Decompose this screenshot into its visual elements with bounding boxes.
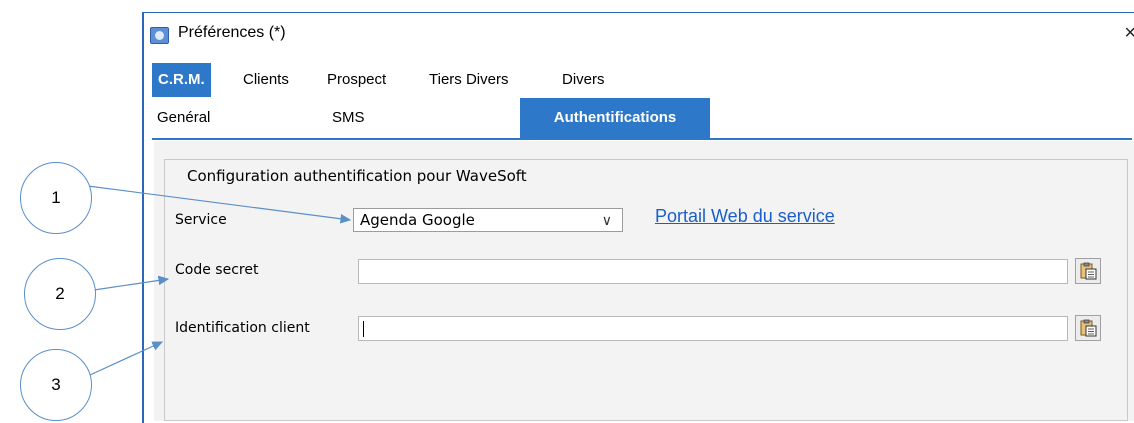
callout-3: 3	[20, 349, 92, 421]
callout-2: 2	[24, 258, 96, 330]
callout-1: 1	[20, 162, 92, 234]
callout-arrows	[87, 185, 352, 376]
